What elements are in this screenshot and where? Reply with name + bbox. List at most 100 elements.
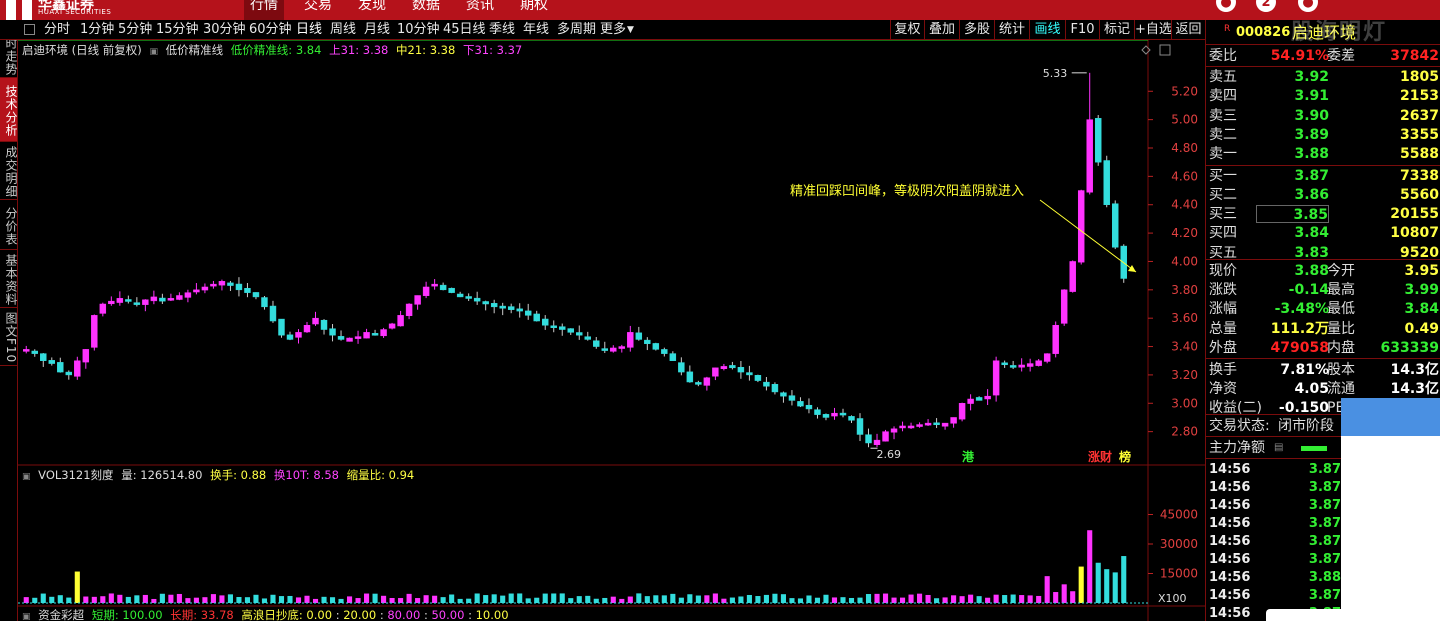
menu-faxian[interactable]: 发现 bbox=[352, 0, 392, 20]
volume-bar bbox=[338, 598, 344, 603]
high-label: 5.33 bbox=[1043, 67, 1068, 80]
fund-flow-icon[interactable]: ▤ bbox=[1274, 439, 1283, 457]
sell-row[interactable]: 卖三 3.90 2637 bbox=[1206, 107, 1440, 125]
fund-dropdown-icon[interactable]: ▣ bbox=[22, 612, 31, 621]
tab-jishu[interactable]: 技术分析 bbox=[0, 78, 18, 142]
v10: 10.00 bbox=[475, 608, 509, 621]
stat-row: 外盘 479058 内盘 633339 bbox=[1209, 339, 1439, 356]
volume-bar bbox=[1078, 566, 1084, 603]
candle-body bbox=[227, 282, 234, 286]
period-60min[interactable]: 60分钟 bbox=[249, 20, 292, 40]
volume-bar bbox=[49, 596, 55, 603]
period-weekly[interactable]: 周线 bbox=[330, 20, 356, 40]
period-15min[interactable]: 15分钟 bbox=[156, 20, 199, 40]
candle-body bbox=[431, 283, 438, 287]
period-yearly[interactable]: 年线 bbox=[523, 20, 549, 40]
volume-bar bbox=[695, 595, 701, 603]
candle-body bbox=[184, 292, 192, 298]
vol-dropdown-icon[interactable]: ▣ bbox=[22, 472, 31, 482]
order-label: 买二 bbox=[1209, 186, 1237, 203]
volume-bar bbox=[449, 594, 455, 603]
period-multi[interactable]: 多周期 bbox=[557, 20, 596, 40]
candle-body bbox=[856, 418, 864, 435]
long-value: 33.78 bbox=[200, 608, 234, 621]
tool-zixuan[interactable]: +自选 bbox=[1134, 20, 1172, 40]
tool-diejia[interactable]: 叠加 bbox=[924, 20, 959, 40]
menu-zixun[interactable]: 资讯 bbox=[460, 0, 500, 20]
tick-row: 14:563.87 bbox=[1209, 480, 1341, 495]
message-icon[interactable]: ● bbox=[1216, 0, 1236, 12]
volume-bar bbox=[236, 597, 242, 603]
menu-hangqing[interactable]: 行情 bbox=[244, 0, 284, 20]
main-indicator-line: 启迪环境 (日线 前复权) ▣ 低价精准线 低价精准线: 3.84 上31: 3… bbox=[22, 42, 526, 58]
settings-icon[interactable]: ● bbox=[1298, 0, 1318, 12]
buy-row[interactable]: 买三 3.85 20155 bbox=[1206, 205, 1440, 224]
volume-bar bbox=[865, 594, 872, 603]
candle-body bbox=[627, 332, 634, 348]
tool-biaoji[interactable]: 标记 bbox=[1099, 20, 1134, 40]
period-45day[interactable]: 45日线 bbox=[443, 20, 486, 40]
volume-bar bbox=[100, 596, 106, 603]
period-daily[interactable]: 日线 bbox=[296, 20, 322, 40]
tab-jiben[interactable]: 基本资料 bbox=[0, 250, 18, 308]
tab-fenjia[interactable]: 分价表 bbox=[0, 200, 18, 250]
kline-chart-svg[interactable]: 5.20 5.00 4.80 4.60 4.40 4.20 4.00 3.80 3.60 3.40… bbox=[18, 40, 1205, 621]
user-icon[interactable]: 2 bbox=[1256, 0, 1276, 12]
period-more[interactable]: 更多 bbox=[600, 20, 626, 40]
buy-row[interactable]: 买二 3.86 5560 bbox=[1206, 186, 1440, 204]
tick-row: 14:563.87 bbox=[1209, 498, 1341, 513]
period-monthly[interactable]: 月线 bbox=[364, 20, 390, 40]
tool-duogu[interactable]: 多股 bbox=[959, 20, 994, 40]
menu-shuju[interactable]: 数据 bbox=[406, 0, 446, 20]
indicator-name[interactable]: 低价精准线 bbox=[166, 43, 224, 57]
period-1min[interactable]: 1分钟 bbox=[80, 20, 114, 40]
vol-label: 量: bbox=[121, 468, 137, 482]
order-volume: 2153 bbox=[1400, 88, 1439, 105]
candle-body bbox=[1018, 364, 1025, 368]
tool-huaxian[interactable]: 画线 bbox=[1029, 20, 1065, 40]
chart-area[interactable]: 5.20 5.00 4.80 4.60 4.40 4.20 4.00 3.80 3.60 3.40… bbox=[18, 40, 1205, 621]
candle-body bbox=[1052, 325, 1059, 354]
menu-qiquan[interactable]: 期权 bbox=[514, 0, 554, 20]
candle-body bbox=[448, 287, 455, 293]
period-30min[interactable]: 30分钟 bbox=[203, 20, 246, 40]
period-fenshi[interactable]: 分时 bbox=[44, 20, 70, 40]
menu-jiaoyi[interactable]: 交易 bbox=[298, 0, 338, 20]
more-dropdown-icon[interactable]: ▼ bbox=[627, 20, 634, 40]
candle-body bbox=[142, 299, 149, 305]
event-tag: 榜 bbox=[1119, 449, 1131, 464]
tool-fanhui[interactable]: 返回 bbox=[1171, 20, 1205, 40]
sell-row[interactable]: 卖五 3.92 1805 bbox=[1206, 68, 1440, 86]
vol-title[interactable]: VOL3121刻度 bbox=[38, 468, 113, 482]
tool-f10[interactable]: F10 bbox=[1065, 20, 1099, 40]
order-label: 卖四 bbox=[1209, 88, 1237, 105]
period-5min[interactable]: 5分钟 bbox=[118, 20, 152, 40]
period-quarterly[interactable]: 季线 bbox=[489, 20, 515, 40]
indicator-value: 3.84 bbox=[295, 43, 322, 57]
tab-tuwen[interactable]: 图文F10 bbox=[0, 308, 18, 366]
bottom-white-tab bbox=[1266, 609, 1440, 621]
candle-body bbox=[933, 422, 940, 426]
volume-bar bbox=[925, 594, 931, 603]
period-10min[interactable]: 10分钟 bbox=[397, 20, 440, 40]
fund-name[interactable]: 资金彩超 bbox=[38, 608, 84, 621]
order-price: 3.89 bbox=[1294, 126, 1329, 143]
sell-row[interactable]: 卖四 3.91 2153 bbox=[1206, 87, 1440, 105]
tool-tongji[interactable]: 统计 bbox=[994, 20, 1029, 40]
sell-row[interactable]: 卖二 3.89 3355 bbox=[1206, 126, 1440, 144]
candle-body bbox=[712, 367, 719, 377]
indicator-dropdown-icon[interactable]: ▣ bbox=[149, 47, 158, 57]
candle-body bbox=[133, 302, 141, 305]
tool-fuquan[interactable]: 复权 bbox=[890, 20, 924, 40]
price-tick-label: 3.00 bbox=[1171, 396, 1198, 410]
brand-mark-icon bbox=[6, 0, 32, 20]
candle-body bbox=[1077, 190, 1085, 263]
sell-row[interactable]: 卖一 3.88 5588 bbox=[1206, 145, 1440, 163]
buy-row[interactable]: 买四 3.84 10807 bbox=[1206, 224, 1440, 242]
volume-bar bbox=[593, 598, 599, 603]
vol-tick-label: 15000 bbox=[1160, 567, 1198, 581]
collapse-icon[interactable] bbox=[24, 24, 35, 35]
annotation-arrow bbox=[1039, 199, 1137, 273]
tab-chengjiao[interactable]: 成交明细 bbox=[0, 142, 18, 200]
buy-row[interactable]: 买一 3.87 7338 bbox=[1206, 167, 1440, 185]
